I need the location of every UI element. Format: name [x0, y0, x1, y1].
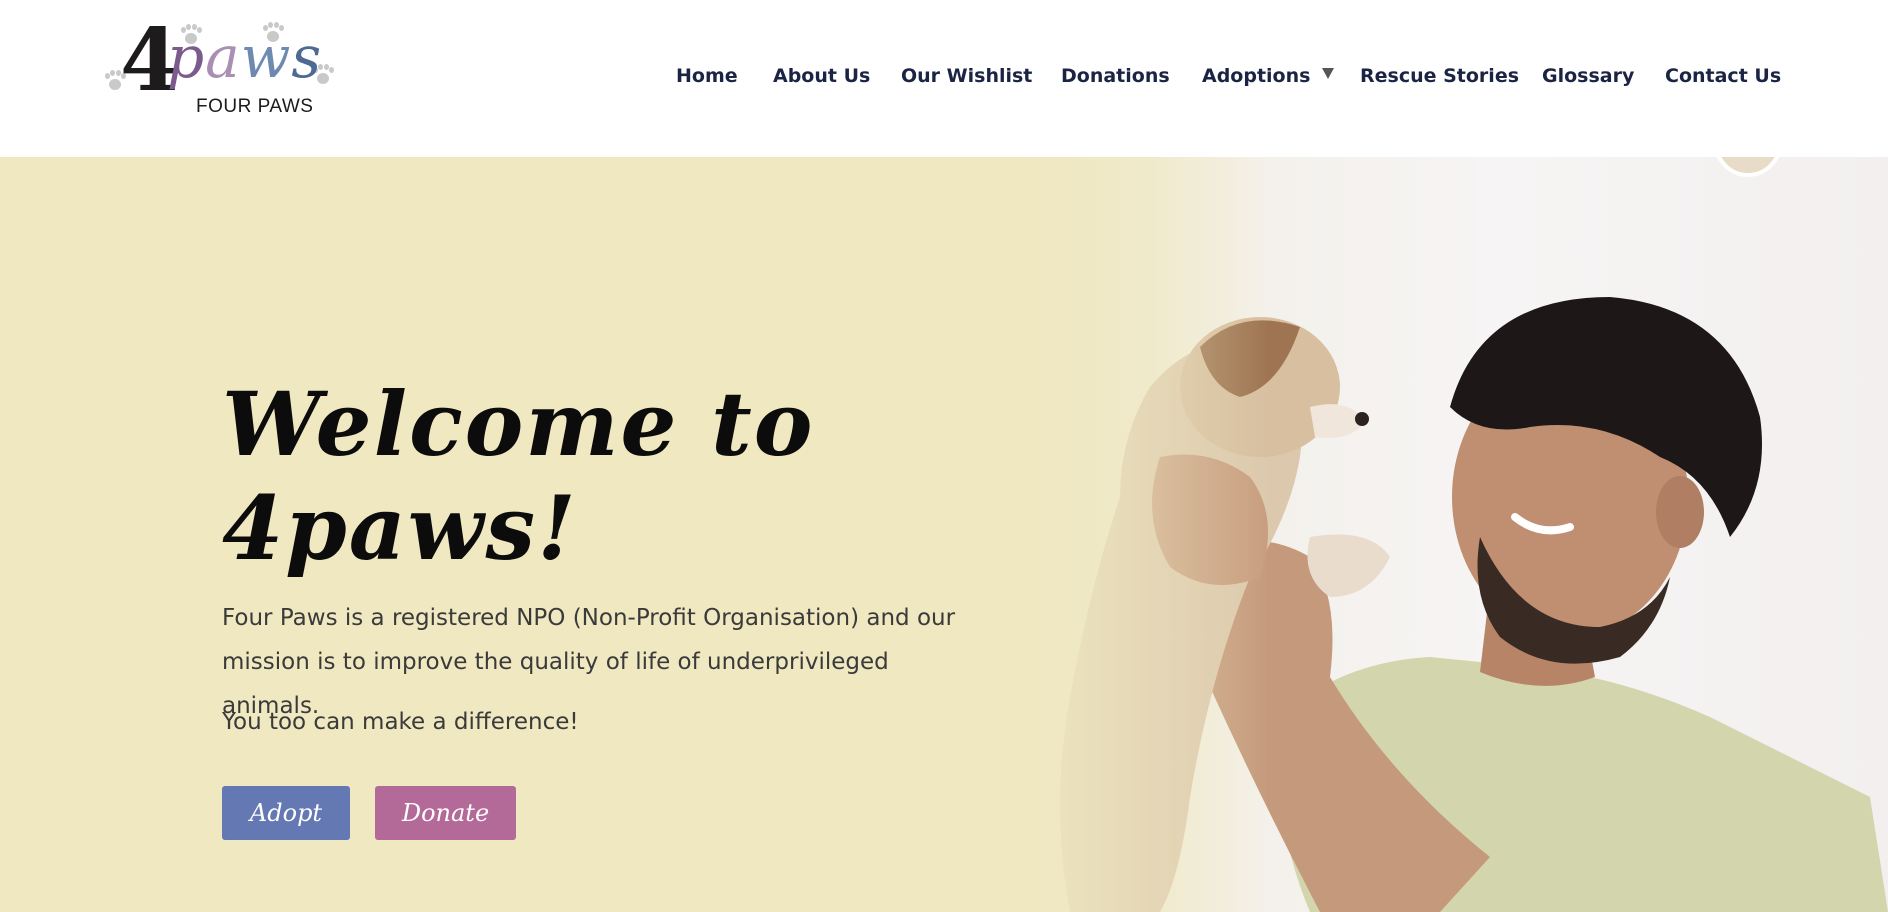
nav-donations[interactable]: Donations	[1061, 64, 1170, 88]
nav-rescue-stories[interactable]: Rescue Stories	[1360, 64, 1519, 88]
hero-tagline: You too can make a difference!	[222, 709, 579, 735]
adoptions-dropdown-icon[interactable]	[1322, 68, 1334, 79]
nav-our-wishlist[interactable]: Our Wishlist	[901, 64, 1032, 88]
donate-button[interactable]: Donate	[375, 786, 516, 840]
nav-home[interactable]: Home	[676, 64, 738, 88]
nav-about-us[interactable]: About Us	[773, 64, 870, 88]
logo-word: paws	[167, 23, 323, 91]
image-fade-overlay	[1010, 157, 1270, 912]
site-header: 4 paws FOUR PAWS Home About Us Our Wishl…	[0, 0, 1888, 157]
hero-title: Welcome to 4paws!	[222, 372, 815, 580]
adopt-button[interactable]: Adopt	[222, 786, 350, 840]
logo-subtitle: FOUR PAWS	[196, 96, 314, 117]
nav-glossary[interactable]: Glossary	[1542, 64, 1634, 88]
nav-contact-us[interactable]: Contact Us	[1665, 64, 1781, 88]
nav-adoptions[interactable]: Adoptions	[1202, 64, 1310, 88]
